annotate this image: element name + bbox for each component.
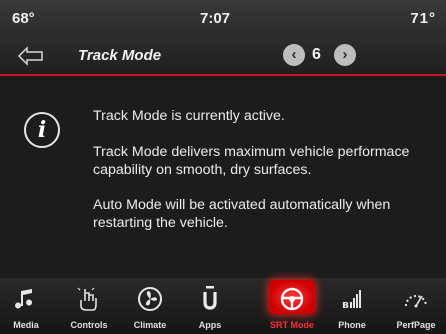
dock-item-label: Controls	[70, 320, 108, 330]
dock-srt-mode-button[interactable]: SRT Mode	[264, 278, 320, 334]
apps-icon	[203, 286, 217, 310]
status-bar: 68° 7:07 71°	[0, 0, 446, 38]
svg-text:ʙ: ʙ	[342, 298, 349, 311]
dock-item-label: SRT Mode	[270, 320, 314, 330]
page-header: Track Mode ‹ 6 ›	[0, 38, 446, 81]
status-message: Track Mode is currently active.	[93, 108, 285, 124]
dock-item-label: Media	[13, 320, 39, 330]
bottom-dock: Media Controls Climate Apps SRT Mode ʙ P…	[0, 278, 446, 334]
page-title: Track Mode	[78, 47, 162, 64]
dock-media-button[interactable]: Media	[0, 278, 54, 334]
next-page-button[interactable]: ›	[334, 44, 356, 66]
dock-perfpage-button[interactable]: PerfPage	[388, 278, 444, 334]
dock-item-label: PerfPage	[396, 320, 436, 330]
dock-controls-button[interactable]: Controls	[61, 278, 117, 334]
page-number: 6	[312, 46, 321, 63]
description-message: Track Mode delivers maximum vehicle perf…	[93, 144, 410, 178]
chevron-left-icon: ‹	[291, 46, 297, 63]
music-note-icon	[15, 289, 32, 309]
steering-wheel-icon	[280, 287, 304, 311]
hand-touch-icon	[77, 287, 97, 311]
page-indicator-dots	[293, 68, 353, 81]
driver-temperature[interactable]: 68°	[12, 10, 35, 27]
dock-apps-button[interactable]: Apps	[182, 278, 238, 334]
dock-phone-button[interactable]: ʙ Phone	[324, 278, 380, 334]
fan-icon	[138, 287, 162, 311]
chevron-right-icon: ›	[342, 46, 348, 63]
phone-signal-icon: ʙ	[342, 290, 361, 311]
info-icon: i	[24, 112, 60, 148]
back-arrow-icon	[17, 46, 43, 66]
perf-page-icon	[405, 295, 427, 308]
clock: 7:07	[200, 10, 231, 27]
message-panel: i Track Mode is currently active. Track …	[0, 76, 446, 278]
back-button[interactable]	[16, 44, 46, 68]
dock-item-label: Apps	[198, 320, 222, 330]
passenger-temperature[interactable]: 71°	[410, 10, 436, 27]
dock-item-label: Climate	[133, 320, 167, 330]
dock-item-label: Phone	[338, 320, 366, 330]
previous-page-button[interactable]: ‹	[283, 44, 305, 66]
dock-climate-button[interactable]: Climate	[122, 278, 178, 334]
auto-mode-message: Auto Mode will be activated automaticall…	[93, 197, 391, 231]
